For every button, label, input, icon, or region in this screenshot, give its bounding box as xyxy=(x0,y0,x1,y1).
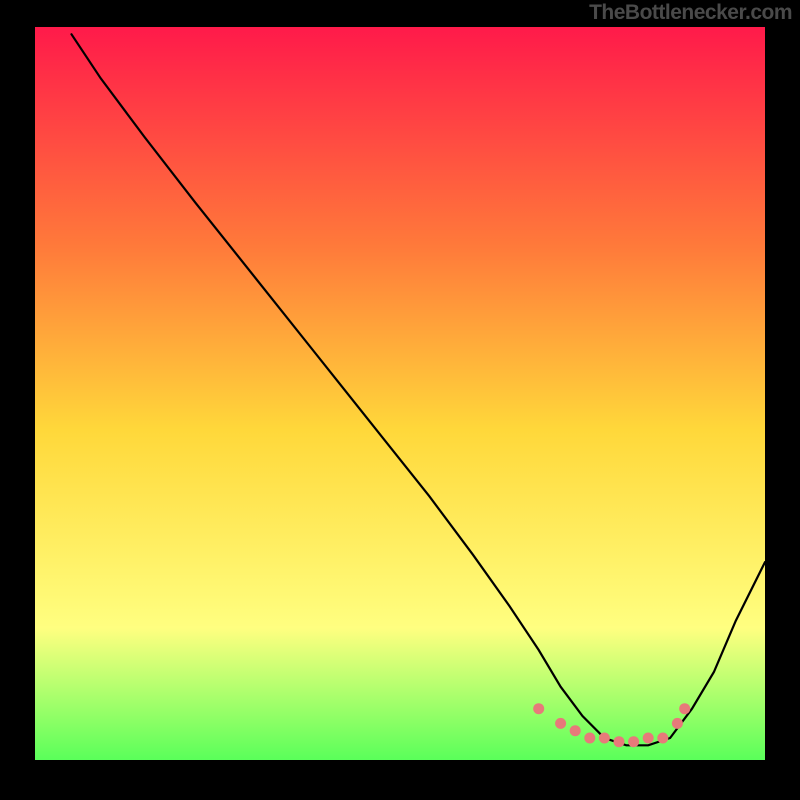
highlight-dot xyxy=(570,725,581,736)
chart-frame: TheBottlenecker.com xyxy=(0,0,800,800)
highlight-dot xyxy=(584,733,595,744)
highlight-dot xyxy=(533,703,544,714)
highlight-dot xyxy=(672,718,683,729)
highlight-dot xyxy=(643,733,654,744)
bottleneck-chart xyxy=(0,0,800,800)
highlight-dot xyxy=(679,703,690,714)
watermark-text: TheBottlenecker.com xyxy=(589,1,792,25)
highlight-dot xyxy=(657,733,668,744)
highlight-dot xyxy=(599,733,610,744)
highlight-dot xyxy=(555,718,566,729)
highlight-dot xyxy=(614,736,625,747)
highlight-dot xyxy=(628,736,639,747)
